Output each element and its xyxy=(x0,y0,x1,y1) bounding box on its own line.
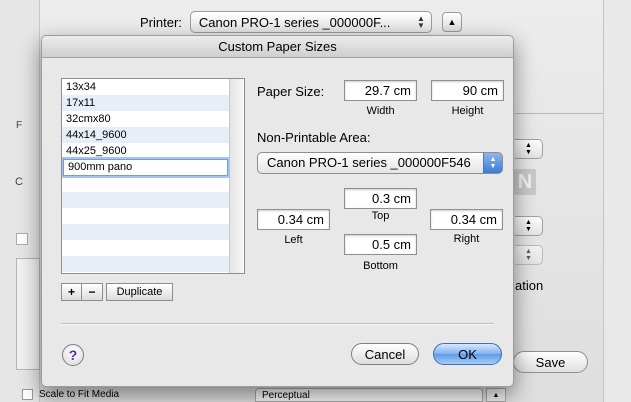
color-matching-select[interactable]: Perceptual xyxy=(255,388,483,402)
list-item[interactable]: 32cmx80 xyxy=(62,111,229,127)
margin-left-field[interactable]: 0.34 cm xyxy=(257,209,330,230)
background-popup-arrows-2[interactable]: ▲ ▼ xyxy=(515,216,543,236)
orientation-n-icon: N xyxy=(514,169,536,195)
select-arrows-icon: ▲ ▼ xyxy=(483,153,502,173)
custom-paper-sizes-dialog: Custom Paper Sizes 13x34 17x11 32cmx80 4… xyxy=(41,35,514,387)
left-caption: Left xyxy=(284,234,303,246)
dialog-separator xyxy=(61,323,494,324)
margin-bottom-field[interactable]: 0.5 cm xyxy=(344,234,417,255)
left-checkbox[interactable] xyxy=(16,233,28,245)
empty-list-row xyxy=(62,192,229,208)
margin-right-field[interactable]: 0.34 cm xyxy=(430,209,503,230)
paper-size-list-rows: 13x34 17x11 32cmx80 44x14_9600 44x25_960… xyxy=(62,79,229,273)
empty-list-row xyxy=(62,256,229,272)
background-popup-arrows-3[interactable]: ▲ ▼ xyxy=(515,245,543,265)
add-paper-size-button[interactable]: + xyxy=(61,283,82,301)
duplicate-button[interactable]: Duplicate xyxy=(106,283,173,301)
list-item[interactable]: 44x25_9600 xyxy=(62,143,229,159)
list-buttons: + − Duplicate xyxy=(61,283,173,301)
empty-list-row xyxy=(62,224,229,240)
paper-size-label: Paper Size: xyxy=(257,84,325,99)
width-caption: Width xyxy=(366,105,395,117)
dialog-title: Custom Paper Sizes xyxy=(218,39,337,54)
printer-row: Printer: Canon PRO-1 series _000000F... … xyxy=(140,10,462,34)
empty-list-row xyxy=(62,240,229,256)
cancel-button[interactable]: Cancel xyxy=(351,343,419,365)
list-item-edit-field[interactable]: 900mm pano xyxy=(63,159,228,176)
printer-select[interactable]: Canon PRO-1 series _000000F... ▲ ▼ xyxy=(189,11,432,33)
background-fragment-text: ation xyxy=(515,278,544,293)
empty-list-row xyxy=(62,208,229,224)
list-item[interactable]: 17x11 xyxy=(62,95,229,111)
save-button[interactable]: Save xyxy=(513,351,588,373)
height-caption: Height xyxy=(451,105,484,117)
list-scrollbar[interactable] xyxy=(229,79,244,273)
background-divider xyxy=(515,113,603,114)
empty-list-row xyxy=(62,176,229,192)
left-preview-panel xyxy=(16,258,40,370)
right-caption: Right xyxy=(453,233,480,245)
scale-to-fit-checkbox[interactable] xyxy=(22,388,33,400)
left-fragment-r: F xyxy=(16,120,23,131)
left-fragment-c: C xyxy=(15,176,23,188)
scale-to-fit-label: Scale to Fit Media xyxy=(39,388,120,400)
non-printable-printer-value: Canon PRO-1 series _000000F546 xyxy=(267,155,471,170)
disclosure-triangle-button[interactable]: ▲ xyxy=(441,12,462,32)
margin-top-field[interactable]: 0.3 cm xyxy=(344,188,417,209)
non-printable-area-label: Non-Printable Area: xyxy=(257,130,371,145)
bottom-caption: Bottom xyxy=(363,260,398,272)
help-button[interactable]: ? xyxy=(62,344,84,366)
non-printable-printer-select[interactable]: Canon PRO-1 series _000000F546 ▲ ▼ xyxy=(257,152,503,174)
paper-width-field[interactable]: 29.7 cm xyxy=(344,80,417,101)
triangle-up-icon: ▲ xyxy=(447,17,457,27)
updown-arrows-icon: ▲ ▼ xyxy=(416,14,425,30)
top-caption: Top xyxy=(371,210,390,222)
dialog-title-bar: Custom Paper Sizes xyxy=(42,36,513,58)
background-popup-arrows-1[interactable]: ▲ ▼ xyxy=(515,139,543,159)
printer-label: Printer: xyxy=(140,14,182,30)
list-item[interactable]: 13x34 xyxy=(62,79,229,95)
remove-paper-size-button[interactable]: − xyxy=(82,283,103,301)
right-panel-edge xyxy=(603,0,631,402)
paper-size-list[interactable]: 13x34 17x11 32cmx80 44x14_9600 44x25_960… xyxy=(61,78,245,274)
list-item[interactable]: 44x14_9600 xyxy=(62,127,229,143)
ok-button[interactable]: OK xyxy=(433,343,502,365)
color-matching-arrows-icon[interactable]: ▲ xyxy=(486,388,506,402)
printer-select-value: Canon PRO-1 series _000000F... xyxy=(198,14,391,30)
scale-to-fit-row[interactable]: Scale to Fit Media xyxy=(18,386,250,402)
paper-height-field[interactable]: 90 cm xyxy=(431,80,504,101)
